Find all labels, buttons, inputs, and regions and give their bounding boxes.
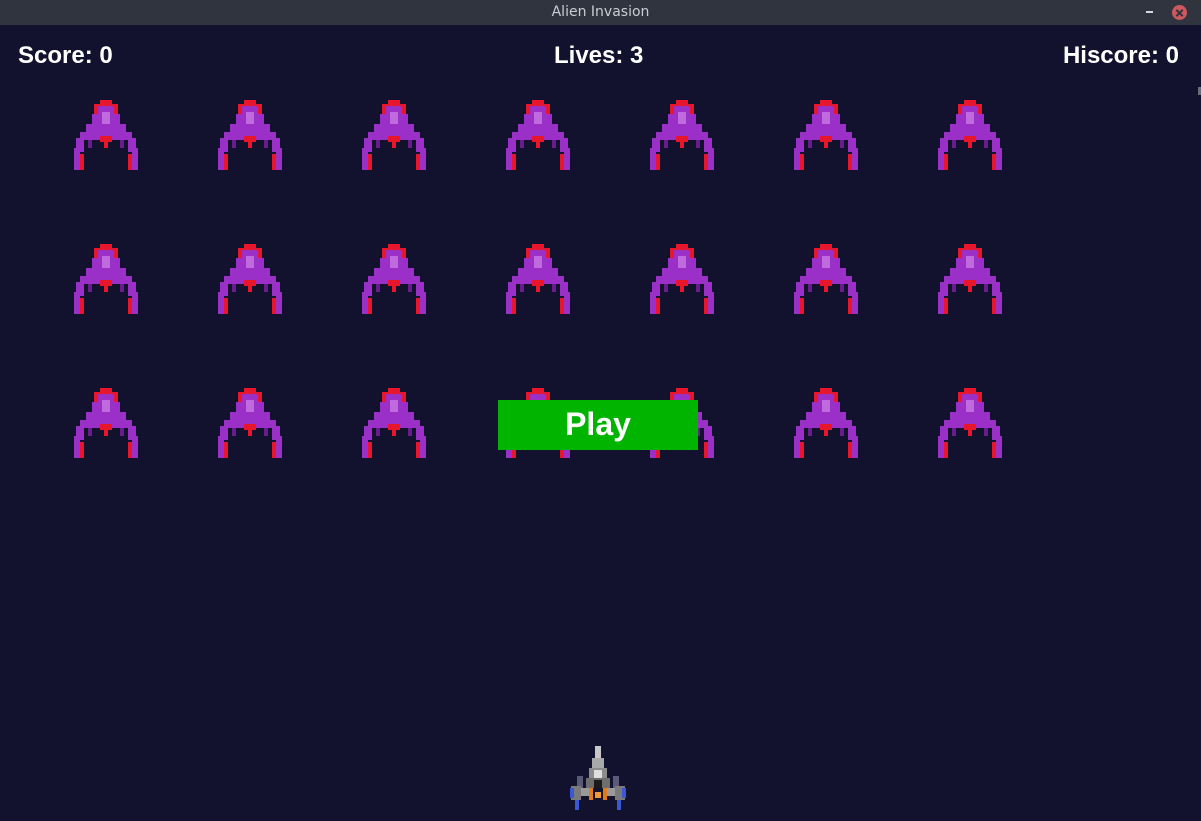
purple-alien-icon [794, 244, 858, 314]
purple-alien-icon [794, 100, 858, 170]
purple-alien-icon [218, 244, 282, 314]
minimize-icon[interactable] [1143, 0, 1157, 25]
purple-alien-icon [938, 388, 1002, 458]
title-bar[interactable]: Alien Invasion [0, 0, 1201, 25]
lives-label: Lives: 3 [554, 42, 644, 69]
game-window: Alien Invasion Score: 0 Lives: 3 Hiscore… [0, 0, 1201, 821]
hiscore-label: Hiscore: 0 [1062, 42, 1179, 69]
purple-alien-icon [74, 388, 138, 458]
purple-alien-icon [218, 388, 282, 458]
purple-alien-icon [794, 388, 858, 458]
purple-alien-icon [218, 100, 282, 170]
purple-alien-icon [506, 100, 570, 170]
purple-alien-icon [362, 388, 426, 458]
purple-alien-icon [362, 100, 426, 170]
close-icon[interactable] [1172, 5, 1187, 20]
player-ship-icon [570, 746, 626, 810]
purple-alien-icon [938, 244, 1002, 314]
purple-alien-icon [362, 244, 426, 314]
score-label: Score: 0 [18, 42, 113, 69]
game-canvas: Score: 0 Lives: 3 Hiscore: 0 Play [0, 25, 1201, 821]
purple-alien-icon [650, 100, 714, 170]
purple-alien-icon [506, 244, 570, 314]
window-title: Alien Invasion [551, 4, 650, 20]
purple-alien-icon [74, 100, 138, 170]
purple-alien-icon [938, 100, 1002, 170]
play-button[interactable]: Play [498, 400, 698, 450]
purple-alien-icon [650, 244, 714, 314]
purple-alien-icon [74, 244, 138, 314]
